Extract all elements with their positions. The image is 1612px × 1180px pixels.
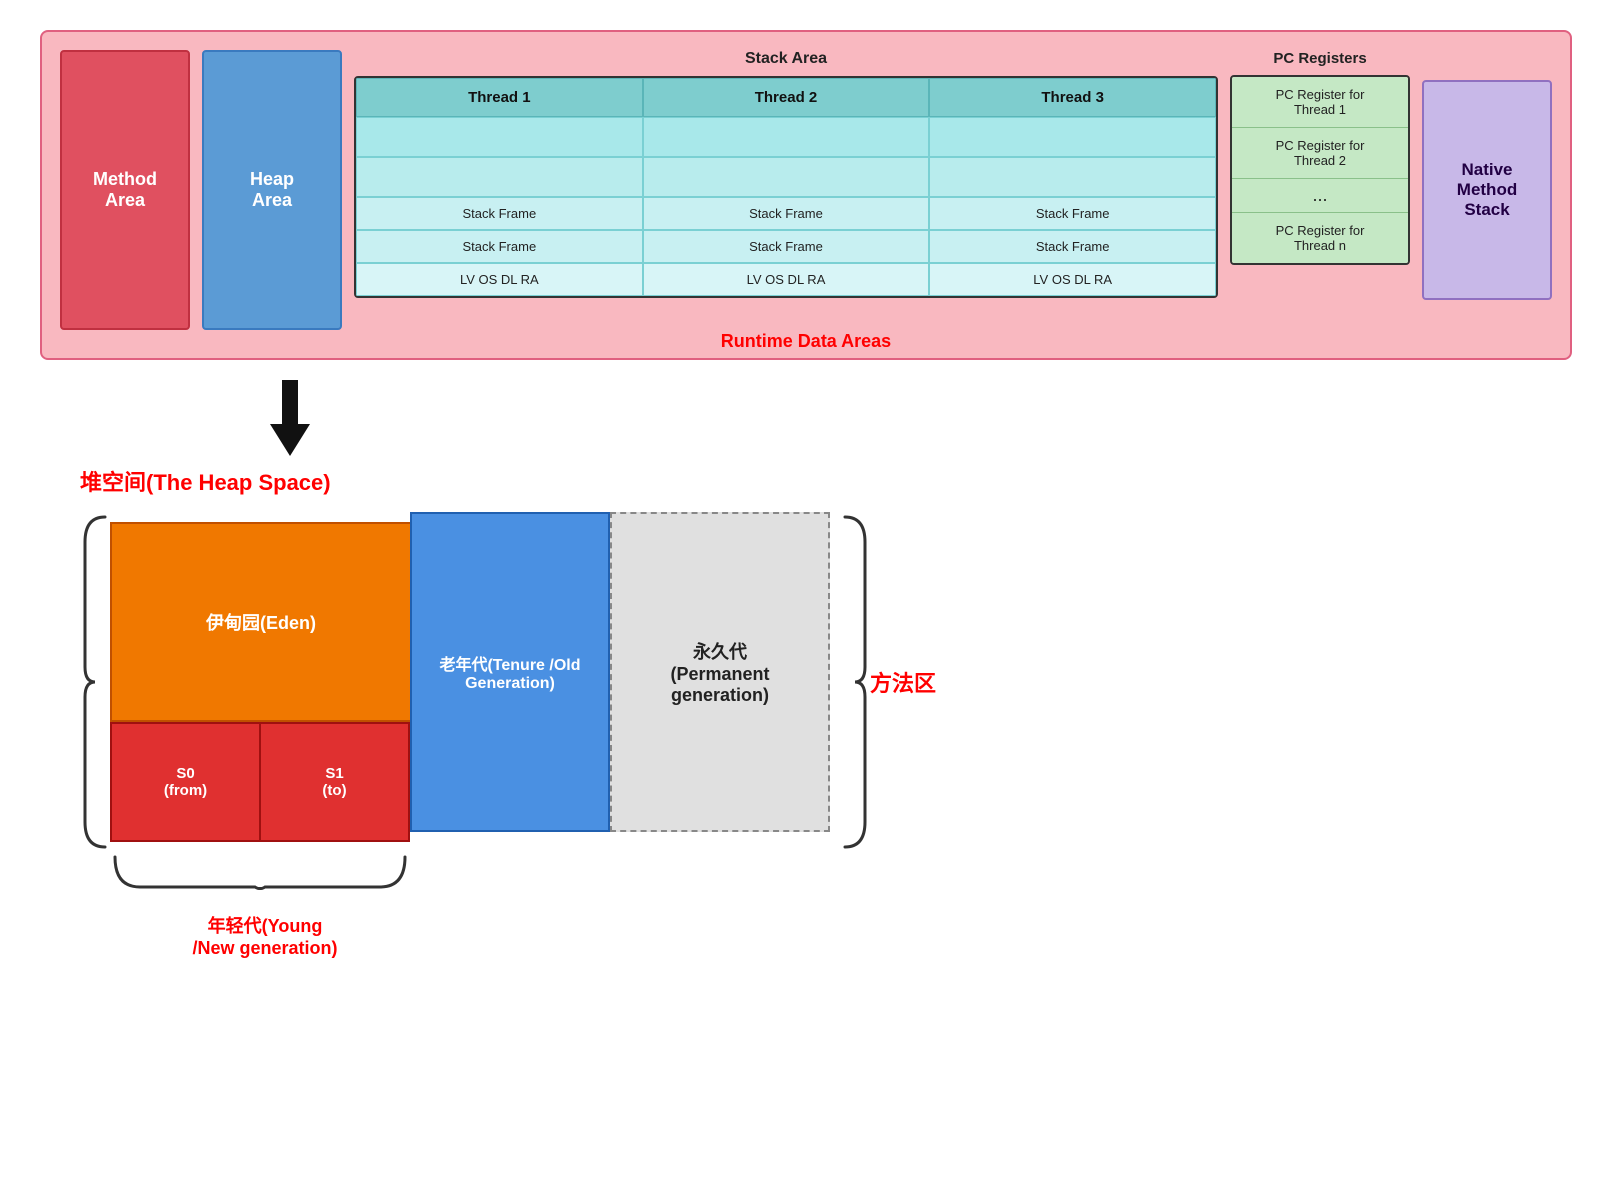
young-gen-label: 年轻代(Young /New generation) [110, 912, 410, 959]
sf-t2-r1: Stack Frame [643, 197, 930, 230]
s0-label: S0 (from) [164, 765, 207, 799]
empty-t1-r1 [356, 117, 643, 157]
pc-reg-dots: ... [1232, 179, 1408, 213]
sf-t3-r2: Stack Frame [929, 230, 1216, 263]
heap-area-label: Heap Area [250, 169, 294, 211]
young-generation-column: 伊甸园(Eden) S0 (from) S1 (to) [110, 522, 410, 842]
thread-1-header: Thread 1 [356, 78, 643, 117]
young-gen-brace-icon [110, 852, 410, 892]
pc-reg-2: PC Register forThread 2 [1232, 128, 1408, 179]
stack-area-label: Stack Area [745, 50, 827, 68]
pc-reg-1: PC Register forThread 1 [1232, 77, 1408, 128]
heap-space-diagram: 伊甸园(Eden) S0 (from) S1 (to) 老年代(Tenure /… [40, 512, 1572, 852]
empty-t2-r2 [643, 157, 930, 197]
sf-t2-r2: Stack Frame [643, 230, 930, 263]
thread-headers-row: Thread 1 Thread 2 Thread 3 [356, 78, 1216, 117]
eden-label: 伊甸园(Eden) [206, 609, 316, 635]
perm-generation-cell: 永久代 (Permanent generation) [610, 512, 830, 832]
empty-t3-r1 [929, 117, 1216, 157]
sf-t1-r2: Stack Frame [356, 230, 643, 263]
empty-t2-r1 [643, 117, 930, 157]
heap-area: Heap Area [202, 50, 342, 330]
young-gen-brace-section: 年轻代(Young /New generation) [40, 852, 1572, 959]
down-arrow-icon [260, 380, 320, 460]
empty-t1-r2 [356, 157, 643, 197]
native-method-stack-box: Native Method Stack [1422, 80, 1552, 300]
pc-registers-label: PC Registers [1273, 50, 1366, 67]
stack-frame-row-1: Stack Frame Stack Frame Stack Frame [356, 197, 1216, 230]
sf-t3-r1: Stack Frame [929, 197, 1216, 230]
method-area-brace-icon [840, 512, 870, 852]
old-gen-label: 老年代(Tenure /Old Generation) [439, 651, 580, 693]
thread-2-header: Thread 2 [643, 78, 930, 117]
perm-gen-label: 永久代 (Permanent generation) [670, 638, 769, 706]
eden-cell: 伊甸园(Eden) [110, 522, 410, 722]
empty-row-1 [356, 117, 1216, 157]
native-method-stack-section: Native Method Stack [1422, 50, 1552, 330]
stack-frame-row-2: Stack Frame Stack Frame Stack Frame [356, 230, 1216, 263]
old-generation-cell: 老年代(Tenure /Old Generation) [410, 512, 610, 832]
sf-t1-r1: Stack Frame [356, 197, 643, 230]
native-method-stack-label: Native Method Stack [1457, 160, 1517, 220]
stack-area-section: Stack Area Thread 1 Thread 2 Thread 3 S [354, 50, 1218, 330]
pc-registers-section: PC Registers PC Register forThread 1 PC … [1230, 50, 1410, 330]
runtime-label: Runtime Data Areas [721, 331, 891, 352]
method-area: Method Area [60, 50, 190, 330]
stack-threads-container: Thread 1 Thread 2 Thread 3 Stack Frame S… [354, 76, 1218, 298]
heap-space-title: 堆空间(The Heap Space) [40, 465, 1572, 497]
s0-cell: S0 (from) [110, 722, 260, 842]
empty-t3-r2 [929, 157, 1216, 197]
pc-registers-box: PC Register forThread 1 PC Register forT… [1230, 75, 1410, 265]
arrow-section [40, 380, 1572, 460]
right-brace-section: 方法区 [840, 512, 936, 852]
thread-3-header: Thread 3 [929, 78, 1216, 117]
method-area-label: Method Area [93, 169, 157, 211]
lv-t3: LV OS DL RA [929, 263, 1216, 296]
runtime-diagram: Method Area Heap Area Stack Area Thread … [40, 30, 1572, 360]
method-area-right-label: 方法区 [870, 666, 936, 698]
survivor-row: S0 (from) S1 (to) [110, 722, 410, 842]
lv-t2: LV OS DL RA [643, 263, 930, 296]
lv-row: LV OS DL RA LV OS DL RA LV OS DL RA [356, 263, 1216, 296]
empty-row-2 [356, 157, 1216, 197]
s1-label: S1 (to) [322, 765, 346, 799]
heap-space-brace-icon [80, 512, 110, 852]
s1-cell: S1 (to) [260, 722, 410, 842]
lv-t1: LV OS DL RA [356, 263, 643, 296]
pc-reg-n: PC Register forThread n [1232, 213, 1408, 263]
